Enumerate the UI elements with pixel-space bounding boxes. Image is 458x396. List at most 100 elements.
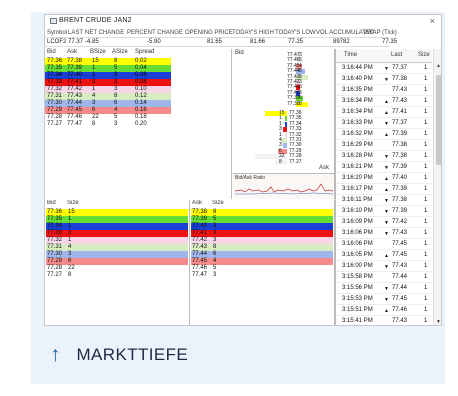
- bid-grid-row[interactable]: 77.30 3: [46, 251, 188, 258]
- bid-grid-row[interactable]: 77.31 4: [46, 244, 188, 251]
- bid-grid-row-cell: 77.29: [47, 258, 63, 264]
- ask-grid-row[interactable]: 77.46 5: [191, 265, 333, 272]
- depth-ask-level: 77.43 8: [233, 74, 334, 80]
- ladder-cell: 77.34: [47, 72, 63, 78]
- vertical-scrollbar[interactable]: ▲ ▼: [433, 49, 441, 325]
- ask-grid-row[interactable]: 77.41 3: [191, 230, 333, 237]
- time-sales-row[interactable]: 3:15:41 PM 77.43 1: [336, 316, 432, 325]
- ladder-cell: 3: [114, 72, 118, 78]
- depth-ask-price: 77.38: [287, 100, 300, 107]
- time-sales-row[interactable]: 3:16:09 PM ▼ 77.42 1: [336, 217, 432, 228]
- ask-grid-row[interactable]: 77.42 3: [191, 237, 333, 244]
- bid-grid-row[interactable]: 77.27 8: [46, 272, 188, 279]
- ladder-cell: 0.16: [135, 107, 147, 113]
- time-sales-row[interactable]: 3:16:44 PM ▼ 77.37 1: [336, 63, 432, 74]
- bid-grid-row[interactable]: 77.32 1: [46, 237, 188, 244]
- ask-grid-row[interactable]: 77.43 8: [191, 244, 333, 251]
- trade-price: 77.42: [392, 219, 408, 225]
- close-icon[interactable]: ×: [430, 16, 435, 26]
- time-sales-row[interactable]: 3:16:20 PM ▲ 77.40 1: [336, 173, 432, 184]
- depth-ask-level: 77.45 4: [233, 63, 334, 69]
- downtick-arrow-icon: ▼: [384, 286, 389, 292]
- time-sales-row[interactable]: 3:16:10 PM ▼ 77.39 1: [336, 206, 432, 217]
- ladder-cell: 4: [92, 93, 96, 99]
- ask-grid-row-cell: 77.43: [192, 244, 208, 250]
- bid-grid-row[interactable]: 77.35 1: [46, 216, 188, 223]
- quote-col-header: PERCENT CHANGE: [127, 30, 183, 36]
- depth-bid-bar: [282, 127, 287, 133]
- ask-grid-row-cell: 77.44: [192, 251, 208, 257]
- trade-time: 3:15:58 PM: [342, 274, 373, 280]
- ladder-cell: 77.41: [67, 79, 83, 85]
- ladder-row[interactable]: 77.29 77.45 6 4 0.16: [45, 107, 171, 114]
- bid-grid-row[interactable]: 77.28 22: [46, 265, 188, 272]
- ladder-row[interactable]: 77.34 77.40 1 3 0.06: [45, 72, 171, 79]
- time-sales-row[interactable]: 3:15:58 PM 77.44 1: [336, 272, 432, 283]
- ladder-row[interactable]: 77.32 77.42 1 3 0.10: [45, 86, 171, 93]
- quote-col-header: Symbol: [47, 30, 68, 36]
- ask-grid-row[interactable]: 77.40 3: [191, 223, 333, 230]
- trade-time: 3:16:21 PM: [342, 164, 373, 170]
- time-sales-row[interactable]: 3:16:06 PM 77.45 1: [336, 239, 432, 250]
- time-sales-row[interactable]: 3:16:11 PM ▼ 77.38 1: [336, 195, 432, 206]
- time-sales-row[interactable]: 3:16:35 PM 77.43 1: [336, 85, 432, 96]
- title-bar: BRENT CRUDE JAN2 ×: [45, 15, 441, 29]
- bid-grid-row[interactable]: 77.36 15: [46, 209, 188, 216]
- time-sales-row[interactable]: 3:16:17 PM ▲ 77.39 1: [336, 184, 432, 195]
- ladder-row[interactable]: 77.27 77.47 8 3 0.20: [45, 121, 171, 128]
- trade-time: 3:15:41 PM: [342, 318, 373, 324]
- quote-low: 77.25: [288, 39, 304, 45]
- scroll-thumb[interactable]: [436, 75, 441, 165]
- ask-grid-row-cell: 3: [213, 272, 217, 278]
- depth-ask-label: Ask: [319, 165, 330, 171]
- time-sales-row[interactable]: 3:16:40 PM ▼ 77.38 1: [336, 74, 432, 85]
- ladder-row[interactable]: 77.33 77.41 3 3 0.08: [45, 79, 171, 86]
- ask-grid-row[interactable]: 77.39 5: [191, 216, 333, 223]
- trade-price: 77.40: [392, 175, 408, 181]
- time-sales-col-header: Last: [391, 52, 403, 58]
- scroll-down-icon[interactable]: ▼: [436, 319, 441, 325]
- bid-grid-row[interactable]: 77.29 6: [46, 258, 188, 265]
- ladder-row[interactable]: 77.35 77.39 1 5 0.04: [45, 65, 171, 72]
- time-sales-row[interactable]: 3:15:56 PM ▼ 77.44 1: [336, 283, 432, 294]
- time-sales-row[interactable]: 3:15:53 PM ▼ 77.45 1: [336, 294, 432, 305]
- trade-size: 1: [424, 186, 428, 192]
- ask-grid-row[interactable]: 77.38 8: [191, 209, 333, 216]
- depth-bid-level: 8 77.27: [233, 159, 334, 165]
- time-sales-row[interactable]: 3:16:33 PM ▼ 77.37 1: [336, 118, 432, 129]
- trade-size: 1: [424, 208, 428, 214]
- time-sales-row[interactable]: 3:16:34 PM ▲ 77.41 1: [336, 107, 432, 118]
- ladder-cell: 77.44: [67, 100, 83, 106]
- market-depth-window: BRENT CRUDE JAN2 × Symbol LAST NET CHANG…: [44, 14, 442, 326]
- time-sales-row[interactable]: 3:16:05 PM ▲ 77.45 1: [336, 250, 432, 261]
- trade-size: 1: [424, 285, 428, 291]
- ladder-row[interactable]: 77.31 77.43 4 8 0.12: [45, 93, 171, 100]
- ladder-cell: 77.33: [47, 79, 63, 85]
- trade-time: 3:16:05 PM: [342, 252, 373, 258]
- time-sales-row[interactable]: 3:15:51 PM ▲ 77.46 1: [336, 305, 432, 316]
- ask-grid-row[interactable]: 77.45 4: [191, 258, 333, 265]
- time-sales-row[interactable]: 3:16:32 PM ▲ 77.39 1: [336, 129, 432, 140]
- bid-grid-row[interactable]: 77.33 3: [46, 230, 188, 237]
- uptick-arrow-icon: ▲: [384, 110, 389, 116]
- ask-grid-row[interactable]: 77.44 6: [191, 251, 333, 258]
- bid-grid-row[interactable]: 77.34 1: [46, 223, 188, 230]
- time-sales-row[interactable]: 3:16:21 PM ▼ 77.39 1: [336, 162, 432, 173]
- ladder-row[interactable]: 77.36 77.38 15 8 0.02: [45, 58, 171, 65]
- time-sales-row[interactable]: 3:16:06 PM ▼ 77.43 1: [336, 228, 432, 239]
- time-sales-row[interactable]: 3:16:28 PM ▼ 77.38 1: [336, 151, 432, 162]
- ladder-cell: 1: [92, 65, 96, 71]
- trade-price: 77.45: [392, 296, 408, 302]
- ladder-cell: 3: [114, 79, 118, 85]
- markttiefe-link[interactable]: ↑ MARKTTIEFE: [50, 342, 188, 368]
- ladder-row[interactable]: 77.28 77.46 22 5 0.18: [45, 114, 171, 121]
- time-sales-row[interactable]: 3:16:34 PM ▲ 77.43 1: [336, 96, 432, 107]
- trade-size: 1: [424, 153, 428, 159]
- trade-price: 77.43: [392, 230, 408, 236]
- time-sales-row[interactable]: 3:16:00 PM ▼ 77.43 1: [336, 261, 432, 272]
- bid-grid-row-cell: 6: [68, 258, 72, 264]
- time-sales-row[interactable]: 3:16:29 PM 77.38 1: [336, 140, 432, 151]
- ask-grid-row[interactable]: 77.47 3: [191, 272, 333, 279]
- ladder-row[interactable]: 77.30 77.44 3 6 0.14: [45, 100, 171, 107]
- scroll-up-icon[interactable]: ▲: [436, 63, 441, 69]
